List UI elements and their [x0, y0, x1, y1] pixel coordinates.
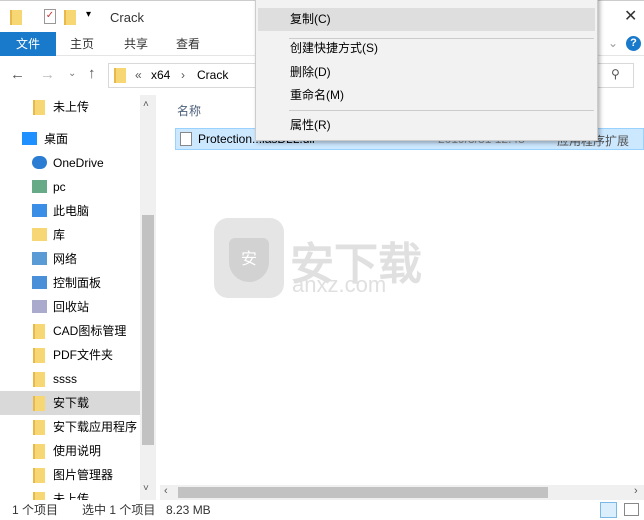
properties-icon[interactable]: ✓: [44, 9, 56, 24]
recent-locations-icon[interactable]: ⌄: [68, 68, 76, 79]
breadcrumb-separator[interactable]: ›: [181, 68, 185, 82]
selected-size: 8.23 MB: [166, 503, 211, 517]
nav-item[interactable]: ssss: [0, 367, 140, 391]
watermark-logo: 安: [214, 218, 284, 298]
nav-item-label: 网络: [53, 252, 78, 266]
folder-icon: [33, 492, 45, 500]
nav-item[interactable]: CAD图标管理: [0, 319, 140, 343]
up-icon[interactable]: ↑: [88, 65, 96, 82]
nav-item-label: 回收站: [53, 300, 90, 314]
menu-item-create-shortcut[interactable]: 创建快捷方式(S): [258, 37, 595, 60]
nav-item-label: 此电脑: [53, 204, 90, 218]
nav-item-label: 安下载: [53, 396, 90, 410]
large-icons-view-button[interactable]: [624, 503, 639, 516]
breadcrumb-crack[interactable]: Crack: [197, 68, 228, 82]
location-icon: [32, 156, 47, 169]
scroll-right-icon[interactable]: ›: [634, 485, 638, 497]
item-count: 1 个项目: [12, 503, 59, 517]
back-icon[interactable]: ←: [10, 66, 25, 83]
folder-icon: [33, 420, 45, 435]
scroll-thumb[interactable]: [142, 215, 154, 445]
tab-file[interactable]: 文件: [0, 32, 56, 56]
nav-item[interactable]: 控制面板: [0, 271, 140, 295]
watermark-url: anxz.com: [292, 272, 387, 297]
location-icon: [32, 204, 47, 217]
location-icon: [32, 180, 47, 193]
nav-item-label: PDF文件夹: [53, 348, 114, 362]
scroll-thumb[interactable]: [178, 487, 548, 498]
tab-view[interactable]: 查看: [166, 32, 210, 56]
nav-item[interactable]: OneDrive: [0, 151, 140, 175]
navigation-pane: 未上传 桌面 OneDrive pc 此电脑库网络 控制面板 回收站 CAD图标管理 PDF文件…: [0, 95, 156, 500]
folder-icon: [114, 68, 126, 83]
nav-item-label: 桌面: [44, 132, 69, 146]
location-icon: [32, 228, 47, 241]
location-icon: [32, 252, 47, 265]
selected-count: 选中 1 个项目: [82, 503, 156, 517]
nav-item[interactable]: 安下载: [0, 391, 140, 415]
folder-icon: [10, 10, 22, 25]
nav-item-label: 图片管理器: [53, 468, 114, 482]
window-title: Crack: [110, 10, 144, 25]
nav-item-label: pc: [53, 180, 66, 194]
folder-icon: [33, 468, 45, 483]
new-folder-icon[interactable]: [64, 10, 76, 25]
scroll-left-icon[interactable]: ‹: [164, 485, 168, 497]
menu-item-copy[interactable]: 复制(C): [258, 8, 595, 31]
dll-file-icon: [180, 132, 192, 146]
folder-icon: [33, 396, 45, 411]
nav-item-label: ssss: [53, 372, 77, 386]
status-bar: 1 个项目 选中 1 个项目 8.23 MB: [0, 500, 644, 520]
folder-icon: [33, 100, 45, 115]
nav-item-label: 控制面板: [53, 276, 102, 290]
nav-item-label: 使用说明: [53, 444, 102, 458]
details-view-button[interactable]: [600, 502, 617, 518]
horizontal-scrollbar[interactable]: ‹ ›: [160, 485, 644, 500]
close-icon[interactable]: ✕: [624, 6, 637, 26]
nav-item-label: 未上传: [53, 100, 90, 114]
folder-icon: [33, 348, 45, 363]
column-header-name[interactable]: 名称: [177, 102, 201, 119]
scroll-up-icon[interactable]: ˄: [143, 99, 149, 110]
nav-item[interactable]: 图片管理器: [0, 463, 140, 487]
expand-ribbon-icon[interactable]: ⌄: [608, 36, 618, 50]
nav-item-label: 库: [53, 228, 66, 242]
location-icon: [32, 300, 47, 313]
nav-item[interactable]: pc: [0, 175, 140, 199]
nav-item[interactable]: 回收站: [0, 295, 140, 319]
menu-item-delete[interactable]: 删除(D): [258, 61, 595, 84]
context-menu: 复制(C) 创建快捷方式(S) 删除(D) 重命名(M) 属性(R): [255, 0, 598, 141]
nav-item[interactable]: 未上传: [0, 95, 140, 119]
nav-item[interactable]: 库: [0, 223, 140, 247]
nav-item[interactable]: 网络: [0, 247, 140, 271]
breadcrumb-x64[interactable]: x64: [151, 68, 170, 82]
folder-icon: [33, 324, 45, 339]
nav-item-label: CAD图标管理: [53, 324, 127, 338]
menu-item-rename[interactable]: 重命名(M): [258, 84, 595, 107]
forward-icon[interactable]: →: [40, 66, 55, 83]
tab-share[interactable]: 共享: [114, 32, 158, 56]
nav-item[interactable]: 桌面: [0, 127, 140, 151]
menu-separator: [289, 110, 594, 111]
folder-icon: [33, 444, 45, 459]
tab-home[interactable]: 主页: [60, 32, 104, 56]
nav-item-label: 安下载应用程序: [53, 420, 138, 434]
location-icon: [22, 132, 37, 145]
scroll-down-icon[interactable]: ˅: [143, 483, 149, 494]
nav-item[interactable]: PDF文件夹: [0, 343, 140, 367]
nav-item[interactable]: 此电脑: [0, 199, 140, 223]
nav-item[interactable]: 安下载应用程序: [0, 415, 140, 439]
customize-toolbar-icon[interactable]: ▾: [86, 9, 91, 20]
nav-item[interactable]: 使用说明: [0, 439, 140, 463]
nav-scrollbar[interactable]: ˄ ˅: [140, 95, 156, 500]
folder-icon: [33, 372, 45, 387]
location-icon: [32, 276, 47, 289]
nav-item-label: OneDrive: [53, 156, 104, 170]
breadcrumb-overflow[interactable]: «: [135, 68, 142, 82]
help-icon[interactable]: ?: [626, 36, 641, 51]
nav-item-label: 未上传: [53, 492, 90, 500]
nav-item[interactable]: 未上传: [0, 487, 140, 500]
menu-item-properties[interactable]: 属性(R): [258, 114, 595, 137]
search-icon[interactable]: ⚲: [611, 67, 620, 81]
